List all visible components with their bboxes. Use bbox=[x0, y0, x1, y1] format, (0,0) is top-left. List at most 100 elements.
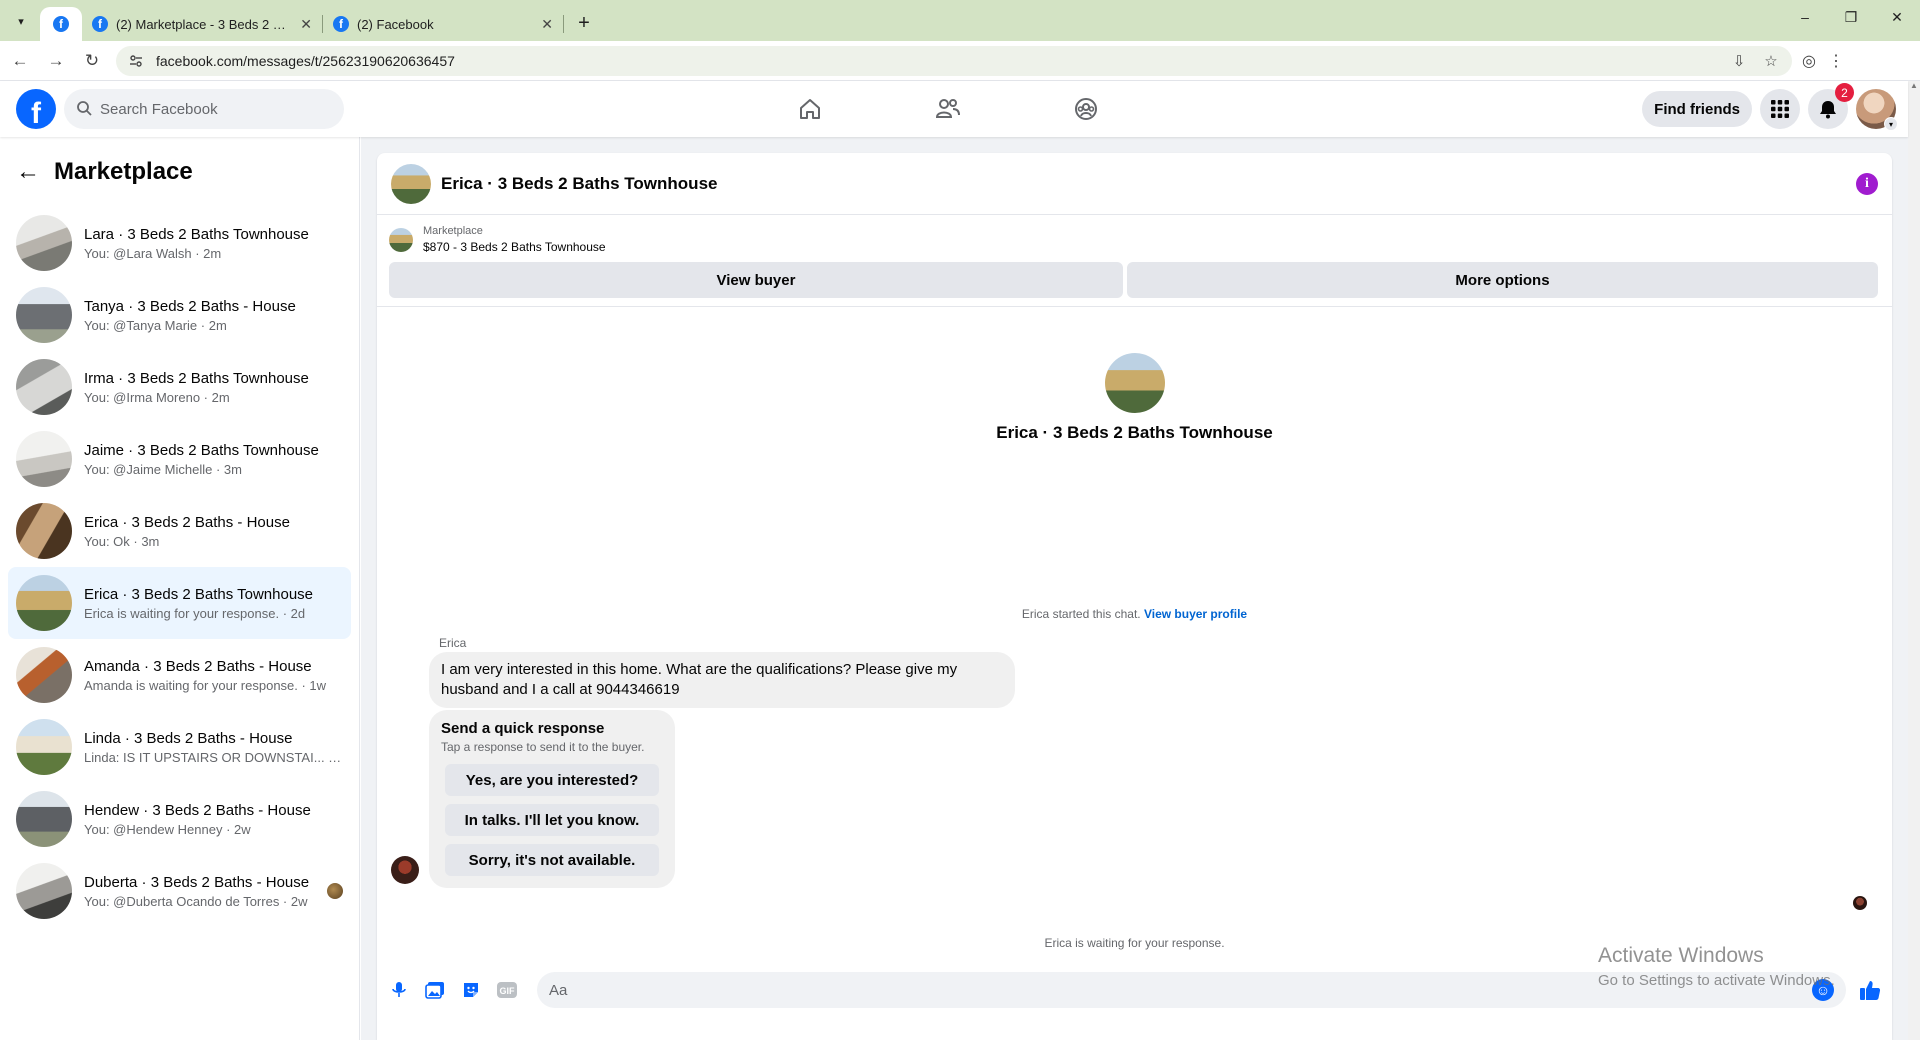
message-input[interactable] bbox=[549, 981, 1812, 999]
restore-icon[interactable]: ❐ bbox=[1828, 0, 1874, 34]
notifications-button[interactable]: 2 bbox=[1808, 83, 1854, 129]
facebook-favicon-icon: f bbox=[53, 16, 69, 32]
conversation-list: Lara · 3 Beds 2 Baths Townhouse You: @La… bbox=[0, 207, 359, 927]
listing-thumbnail bbox=[16, 215, 72, 271]
conversation-item[interactable]: Jaime · 3 Beds 2 Baths Townhouse You: @J… bbox=[8, 423, 351, 495]
listing-category: Marketplace bbox=[423, 225, 483, 237]
facebook-favicon-icon: f bbox=[333, 16, 349, 32]
profile-thumbnail[interactable] bbox=[1104, 353, 1165, 413]
gif-icon[interactable]: GIF bbox=[495, 978, 519, 1002]
conversation-item-active[interactable]: Erica · 3 Beds 2 Baths Townhouse Erica i… bbox=[8, 567, 351, 639]
listing-thumbnail bbox=[16, 359, 72, 415]
message-input-wrapper[interactable]: ☺ bbox=[537, 972, 1846, 1008]
tab-facebook[interactable]: f (2) Facebook ✕ bbox=[323, 7, 563, 41]
home-icon[interactable] bbox=[760, 81, 860, 137]
conversation-item[interactable]: Erica · 3 Beds 2 Baths - House You: Ok ·… bbox=[8, 495, 351, 567]
conversation-snippet: Amanda is waiting for your response. · 1… bbox=[84, 677, 327, 693]
page-scrollbar[interactable]: ▲ bbox=[1908, 81, 1920, 1040]
friends-icon[interactable] bbox=[898, 81, 998, 137]
conversation-item[interactable]: Linda · 3 Beds 2 Baths - House Linda: IS… bbox=[8, 711, 351, 783]
search-icon bbox=[76, 100, 92, 119]
info-icon[interactable]: i bbox=[1856, 172, 1878, 195]
message-bubble: I am very interested in this home. What … bbox=[429, 652, 1015, 708]
address-bar[interactable]: facebook.com/messages/t/2562319062063645… bbox=[116, 45, 1792, 76]
tab-marketplace[interactable]: f (2) Marketplace - 3 Beds 2 Bath ✕ bbox=[82, 7, 322, 41]
view-buyer-profile-link[interactable]: View buyer profile bbox=[1144, 607, 1247, 621]
conversation-snippet: You: @Duberta Ocando de Torres · 2w bbox=[84, 893, 308, 909]
chat-header-thumbnail[interactable] bbox=[391, 163, 431, 204]
conversation-item[interactable]: Duberta · 3 Beds 2 Baths - House You: @D… bbox=[8, 855, 351, 927]
tab-separator bbox=[563, 15, 564, 33]
conversation-item[interactable]: Lara · 3 Beds 2 Baths Townhouse You: @La… bbox=[8, 207, 351, 279]
quick-response-card: Send a quick response Tap a response to … bbox=[429, 710, 675, 888]
started-text: Erica started this chat. bbox=[1021, 607, 1141, 621]
site-info-icon[interactable] bbox=[126, 51, 146, 71]
facebook-header: f Find friends 2 ▾ bbox=[0, 81, 1908, 137]
sender-avatar[interactable] bbox=[391, 856, 419, 884]
facebook-search[interactable] bbox=[64, 89, 344, 129]
conversation-name: Tanya · 3 Beds 2 Baths - House bbox=[84, 297, 296, 315]
profile-icon[interactable]: ◎ bbox=[1802, 51, 1816, 71]
tab-close-icon[interactable]: ✕ bbox=[541, 16, 553, 33]
chat-title[interactable]: Erica · 3 Beds 2 Baths Townhouse bbox=[441, 174, 1846, 194]
chat-pane: Erica · 3 Beds 2 Baths Townhouse i Marke… bbox=[361, 137, 1908, 1040]
listing-thumbnail bbox=[16, 431, 72, 487]
close-window-icon[interactable]: ✕ bbox=[1874, 0, 1920, 34]
chat-started-note: Erica started this chat. View buyer prof… bbox=[377, 607, 1892, 621]
bell-icon bbox=[1820, 101, 1836, 119]
conversation-item[interactable]: Irma · 3 Beds 2 Baths Townhouse You: @Ir… bbox=[8, 351, 351, 423]
conversation-item[interactable]: Amanda · 3 Beds 2 Baths - House Amanda i… bbox=[8, 639, 351, 711]
listing-thumbnail bbox=[389, 227, 413, 252]
account-avatar[interactable]: ▾ bbox=[1856, 89, 1898, 131]
sidebar-header: ← Marketplace bbox=[0, 137, 359, 207]
minimize-icon[interactable]: – bbox=[1782, 0, 1828, 34]
more-options-button[interactable]: More options bbox=[1127, 262, 1878, 298]
forward-icon[interactable]: → bbox=[40, 45, 72, 77]
reload-icon[interactable]: ↻ bbox=[76, 45, 108, 77]
main-nav bbox=[760, 81, 1136, 137]
quick-response-title: Send a quick response bbox=[441, 720, 605, 737]
quick-response-subtitle: Tap a response to send it to the buyer. bbox=[441, 740, 645, 754]
tab-close-icon[interactable]: ✕ bbox=[300, 16, 312, 33]
menu-grid-button[interactable] bbox=[1760, 89, 1800, 129]
back-icon[interactable]: ← bbox=[4, 45, 36, 77]
photo-icon[interactable] bbox=[423, 978, 447, 1002]
emoji-icon[interactable]: ☺ bbox=[1812, 979, 1834, 1001]
conversation-snippet: You: Ok · 3m bbox=[84, 533, 160, 549]
sidebar-title: Marketplace bbox=[54, 158, 193, 185]
listing-thumbnail bbox=[16, 863, 72, 919]
groups-icon[interactable] bbox=[1036, 81, 1136, 137]
facebook-logo[interactable]: f bbox=[16, 89, 56, 129]
sticker-icon[interactable] bbox=[459, 978, 483, 1002]
listing-thumbnail bbox=[16, 503, 72, 559]
seen-avatar bbox=[327, 883, 343, 899]
chevron-down-icon: ▾ bbox=[1884, 117, 1898, 131]
listing-thumbnail bbox=[16, 791, 72, 847]
back-arrow-icon[interactable]: ← bbox=[16, 158, 40, 186]
read-receipt-avatar bbox=[1853, 896, 1867, 910]
listing-thumbnail bbox=[16, 647, 72, 703]
tab-search-chevron-icon[interactable]: ▾ bbox=[6, 6, 36, 36]
browser-menu-icon[interactable]: ⋮ bbox=[1828, 51, 1844, 71]
find-friends-button[interactable]: Find friends bbox=[1642, 91, 1752, 127]
conversation-snippet: You: @Irma Moreno · 2m bbox=[84, 389, 230, 405]
scroll-up-icon[interactable]: ▲ bbox=[1908, 81, 1920, 95]
listing-summary[interactable]: Marketplace $870 - 3 Beds 2 Baths Townho… bbox=[389, 225, 1880, 254]
conversation-item[interactable]: Hendew · 3 Beds 2 Baths - House You: @He… bbox=[8, 783, 351, 855]
thumbs-up-icon[interactable] bbox=[1858, 978, 1882, 1002]
view-buyer-button[interactable]: View buyer bbox=[389, 262, 1123, 298]
quick-reply-interested[interactable]: Yes, are you interested? bbox=[445, 764, 659, 796]
tab-pinned-facebook[interactable]: f bbox=[40, 7, 82, 41]
bookmark-star-icon[interactable]: ☆ bbox=[1760, 52, 1782, 70]
url-text: facebook.com/messages/t/2562319062063645… bbox=[156, 52, 455, 69]
install-app-icon[interactable]: ⇩ bbox=[1728, 52, 1750, 70]
conversation-snippet: You: @Tanya Marie · 2m bbox=[84, 317, 227, 333]
conversation-item[interactable]: Tanya · 3 Beds 2 Baths - House You: @Tan… bbox=[8, 279, 351, 351]
conversation-name: Jaime · 3 Beds 2 Baths Townhouse bbox=[84, 441, 319, 459]
microphone-icon[interactable] bbox=[387, 978, 411, 1002]
window-controls: – ❐ ✕ bbox=[1782, 0, 1920, 34]
new-tab-button[interactable]: + bbox=[570, 9, 598, 37]
quick-reply-not-available[interactable]: Sorry, it's not available. bbox=[445, 844, 659, 876]
quick-reply-in-talks[interactable]: In talks. I'll let you know. bbox=[445, 804, 659, 836]
search-input[interactable] bbox=[100, 100, 320, 118]
